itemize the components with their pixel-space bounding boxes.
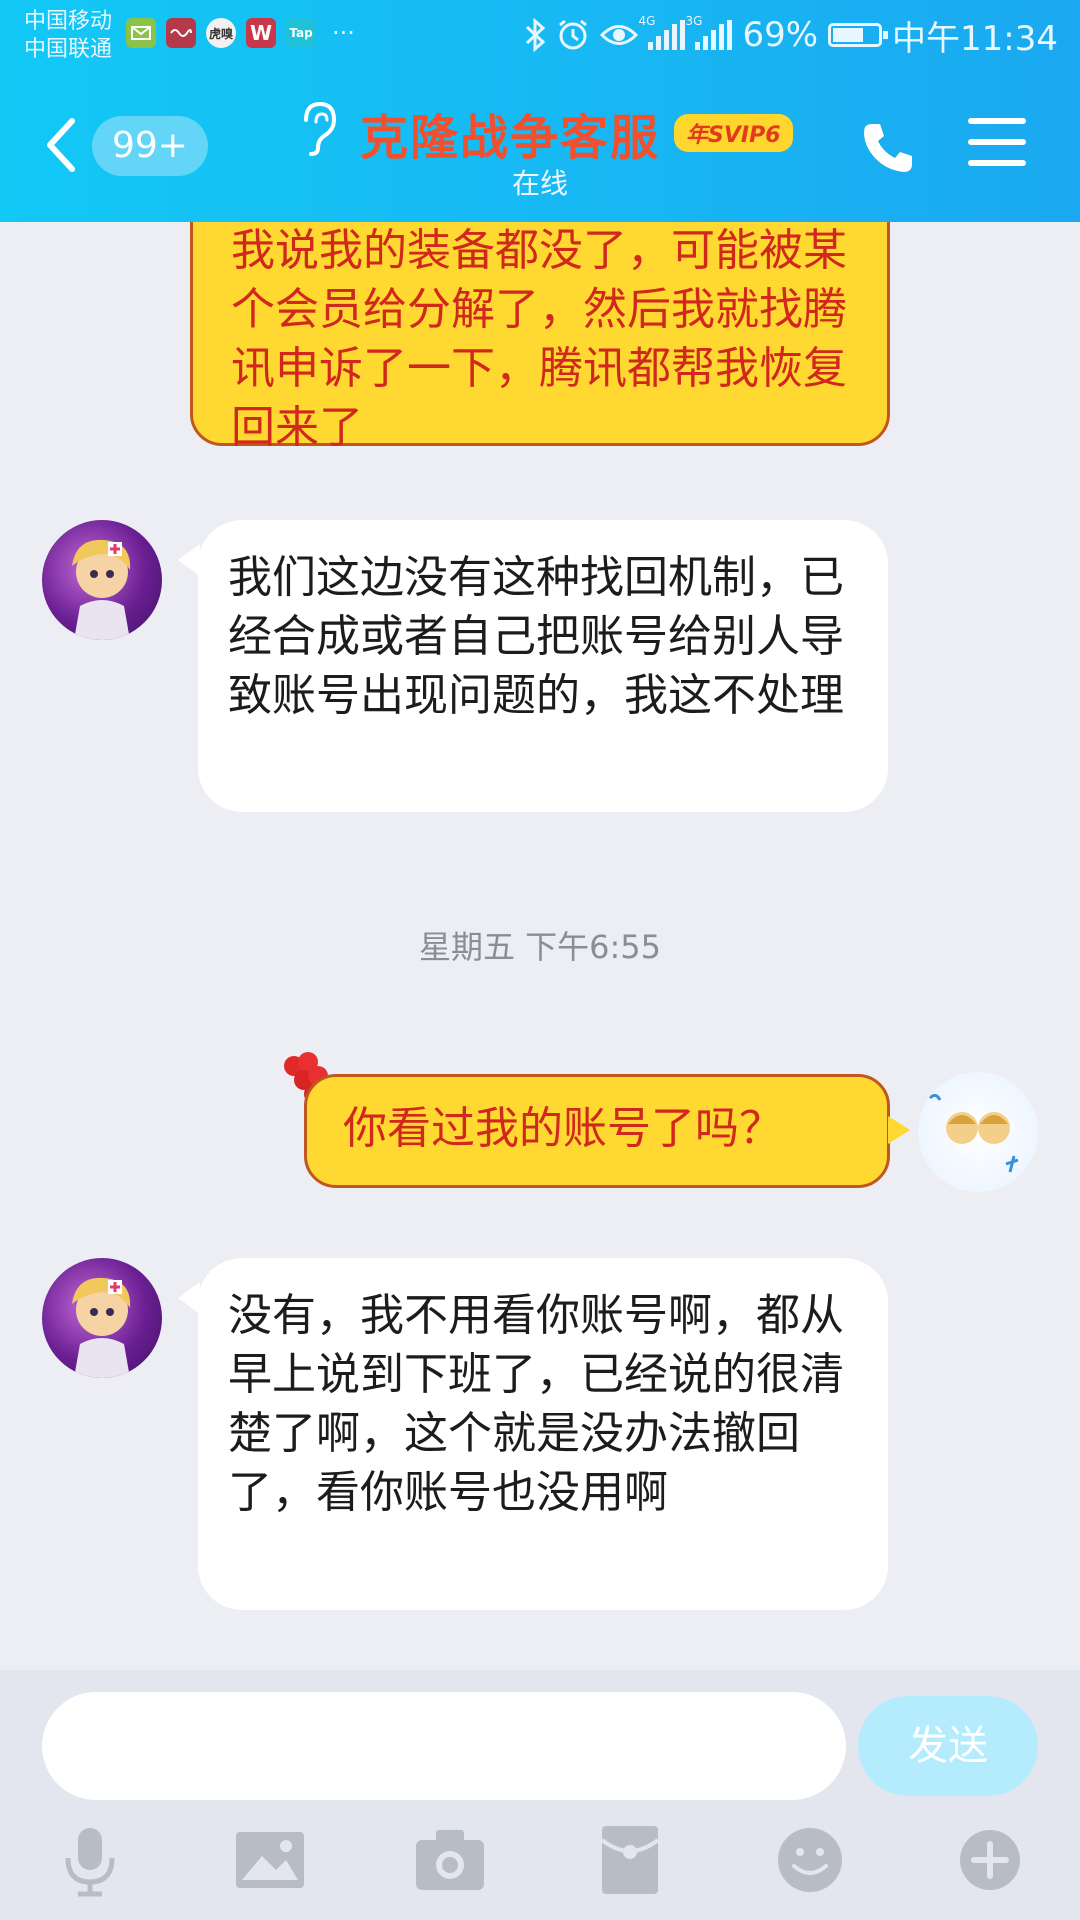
bluetooth-icon — [526, 18, 546, 52]
cartoon-character-icon — [72, 1277, 131, 1378]
music-app-icon — [166, 18, 196, 48]
carrier-info: 中国移动 中国联通 — [24, 8, 112, 64]
cartoon-character-icon — [72, 539, 131, 640]
taptap-app-icon: Tap — [286, 18, 316, 48]
chat-header: 中国移动 中国联通 虎嗅 W Tap ··· 4G 3G 69% 中午11:34… — [0, 0, 1080, 222]
more-notifications: ··· — [332, 19, 355, 47]
microphone-icon[interactable] — [52, 1822, 128, 1898]
camera-icon[interactable] — [412, 1822, 488, 1898]
message-timestamp: 星期五 下午6:55 — [418, 928, 662, 966]
input-bar: 发送 — [0, 1670, 1080, 1920]
bubble-tail — [178, 544, 200, 576]
alarm-icon — [559, 19, 588, 50]
message-text: 没有，我不用看你账号啊，都从早上说到下班了，已经说的很清楚了啊，这个就是没办法撤… — [228, 1290, 844, 1518]
message-list[interactable]: 我说我的装备都没了，可能被某个会员给分解了，然后我就找腾讯申诉了一下，腾讯都帮我… — [0, 222, 1080, 1670]
user-avatar[interactable] — [918, 1072, 1038, 1192]
agent-avatar[interactable] — [42, 520, 162, 640]
red-packet-icon[interactable] — [592, 1822, 668, 1898]
message-text: 你看过我的账号了吗？ — [343, 1103, 783, 1154]
ear-icon[interactable] — [296, 100, 340, 156]
mail-app-icon — [126, 18, 156, 48]
chat-title-group[interactable]: 克隆战争客服 年SVIP6 — [360, 98, 793, 168]
huya-app-icon: 虎嗅 — [206, 18, 236, 48]
message-input[interactable] — [42, 1692, 846, 1800]
carrier-1: 中国移动 — [24, 9, 113, 34]
chat-title: 克隆战争客服 — [360, 110, 661, 166]
battery-fill — [833, 28, 864, 42]
send-button[interactable]: 发送 — [858, 1696, 1038, 1796]
outgoing-message-bubble[interactable]: 你看过我的账号了吗？ — [304, 1074, 890, 1188]
eye-icon — [600, 25, 639, 45]
plus-icon[interactable] — [952, 1822, 1028, 1898]
image-icon[interactable] — [232, 1822, 308, 1898]
menu-icon[interactable] — [968, 118, 1026, 170]
bubble-tail — [888, 1116, 910, 1144]
signal-3g-icon: 3G — [685, 14, 733, 50]
battery-icon — [828, 23, 889, 47]
battery-percent: 69% — [742, 15, 819, 55]
system-status: 4G 3G 69% 中午11:34 — [524, 10, 1058, 60]
carrier-2: 中国联通 — [24, 37, 113, 62]
phone-call-icon[interactable] — [858, 118, 918, 178]
incoming-message-bubble[interactable]: 没有，我不用看你账号啊，都从早上说到下班了，已经说的很清楚了啊，这个就是没办法撤… — [198, 1258, 888, 1610]
signal-4g-icon: 4G — [638, 14, 686, 50]
incoming-message-bubble[interactable]: 我们这边没有这种找回机制，已经合成或者自己把账号给别人导致账号出现问题的，我这不… — [198, 520, 888, 812]
online-status: 在线 — [511, 167, 568, 200]
notification-icons: 虎嗅 W Tap ··· — [126, 18, 355, 48]
svip-badge: 年SVIP6 — [674, 114, 793, 152]
message-text: 我说我的装备都没了，可能被某个会员给分解了，然后我就找腾讯申诉了一下，腾讯都帮我… — [231, 225, 847, 453]
wps-app-icon: W — [246, 18, 276, 48]
outgoing-message-bubble[interactable]: 我说我的装备都没了，可能被某个会员给分解了，然后我就找腾讯申诉了一下，腾讯都帮我… — [190, 222, 890, 453]
bubble-tail — [178, 1282, 200, 1314]
emoji-icon[interactable] — [772, 1822, 848, 1898]
clock: 中午11:34 — [892, 18, 1058, 59]
cartoon-figures-icon — [928, 1093, 1019, 1173]
message-text: 我们这边没有这种找回机制，已经合成或者自己把账号给别人导致账号出现问题的，我这不… — [228, 552, 844, 721]
agent-avatar[interactable] — [42, 1258, 162, 1378]
